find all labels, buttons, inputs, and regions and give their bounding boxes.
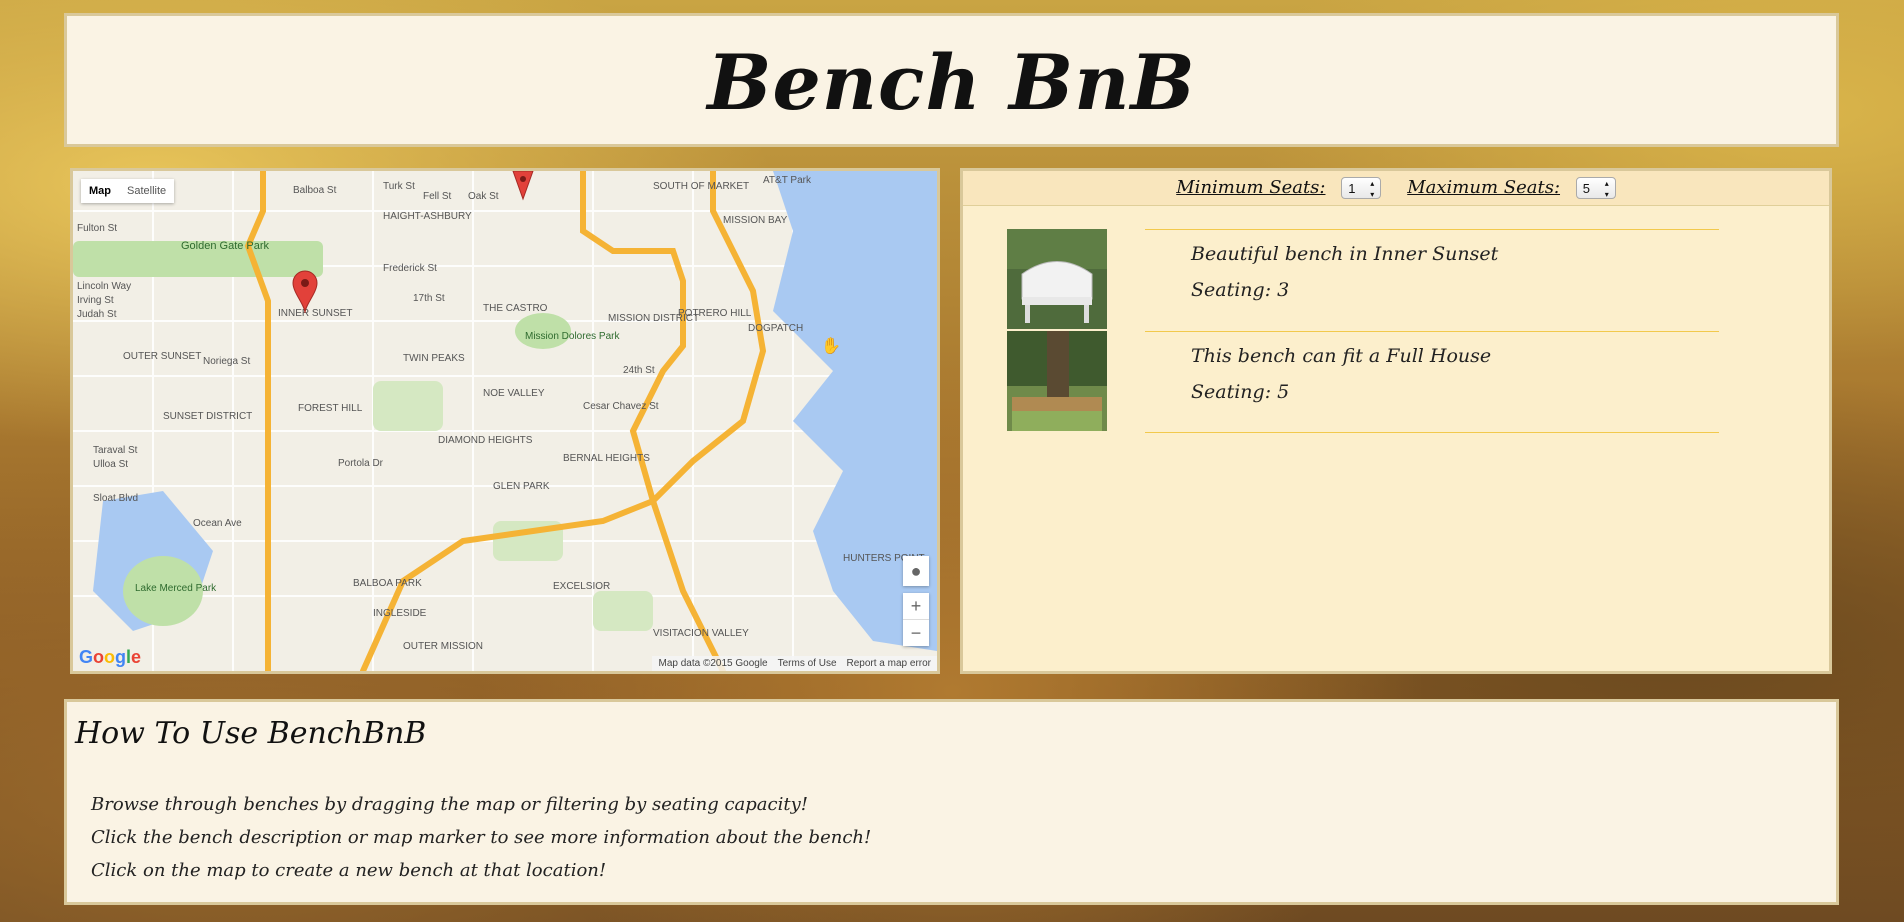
- map-label: Portola Dr: [338, 458, 384, 469]
- pegman-icon[interactable]: ●: [903, 556, 929, 586]
- max-seats-select[interactable]: 5: [1575, 177, 1616, 200]
- google-logo: Google: [79, 647, 142, 667]
- map-label: TWIN PEAKS: [403, 353, 465, 364]
- how-to-item: Browse through benches by dragging the m…: [91, 794, 809, 815]
- map-label: GLEN PARK: [493, 481, 550, 492]
- zoom-control: + −: [903, 593, 929, 646]
- map-container[interactable]: Balboa St Turk St Fulton St Golden Gate …: [70, 168, 940, 674]
- map-type-map-button[interactable]: Map: [81, 179, 119, 203]
- map-label: Ocean Ave: [193, 518, 242, 529]
- seat-filters: Minimum Seats: 1 Maximum Seats: 5: [963, 171, 1829, 206]
- min-seats-select[interactable]: 1: [1341, 177, 1382, 200]
- map-label: Cesar Chavez St: [583, 401, 659, 412]
- map-label: Taraval St: [93, 445, 138, 456]
- how-to-panel: How To Use BenchBnB Browse through bench…: [64, 699, 1839, 905]
- map-canvas[interactable]: Balboa St Turk St Fulton St Golden Gate …: [73, 171, 937, 671]
- divider: [1145, 331, 1719, 332]
- bench-title[interactable]: Beautiful bench in Inner Sunset: [1191, 243, 1498, 265]
- map-label: BALBOA PARK: [353, 578, 422, 589]
- how-to-item: Click the bench description or map marke…: [91, 827, 872, 848]
- map-label: VISITACION VALLEY: [653, 628, 749, 639]
- map-label: Turk St: [383, 181, 415, 192]
- bench-list-panel: Minimum Seats: 1 Maximum Seats: 5 Beauti…: [960, 168, 1832, 674]
- map-label: Noriega St: [203, 356, 250, 367]
- map-label: AT&T Park: [763, 175, 812, 186]
- hand-cursor-icon: ✋: [821, 336, 841, 355]
- map-label: INGLESIDE: [373, 608, 427, 619]
- map-label: SOUTH OF MARKET: [653, 181, 749, 192]
- map-label: Lake Merced Park: [135, 583, 217, 594]
- terms-link[interactable]: Terms of Use: [778, 658, 837, 669]
- zoom-out-button[interactable]: −: [903, 620, 929, 646]
- zoom-in-button[interactable]: +: [903, 593, 929, 620]
- min-seats-filter: Minimum Seats: 1: [1176, 177, 1382, 200]
- how-to-list: Browse through benches by dragging the m…: [91, 788, 871, 887]
- map-data-text: Map data ©2015 Google: [658, 658, 768, 669]
- bench-list-item[interactable]: Beautiful bench in Inner Sunset Seating:…: [1007, 229, 1719, 329]
- map-label: 17th St: [413, 293, 445, 304]
- map-attribution: Map data ©2015 Google Terms of Use Repor…: [652, 656, 937, 671]
- bench-title[interactable]: This bench can fit a Full House: [1191, 345, 1491, 367]
- divider: [1145, 432, 1719, 433]
- min-seats-label: Minimum Seats:: [1176, 177, 1326, 198]
- map-type-control: Map Satellite: [81, 179, 175, 203]
- map-label: DIAMOND HEIGHTS: [438, 435, 533, 446]
- how-to-item: Click on the map to create a new bench a…: [91, 860, 607, 881]
- map-label: NOE VALLEY: [483, 388, 545, 399]
- map-label: Golden Gate Park: [181, 240, 270, 252]
- map-type-satellite-button[interactable]: Satellite: [119, 179, 174, 203]
- map-label: Sloat Blvd: [93, 493, 138, 504]
- map-label: Mission Dolores Park: [525, 331, 620, 342]
- how-to-title: How To Use BenchBnB: [75, 716, 427, 751]
- map-label: OUTER MISSION: [403, 641, 483, 652]
- map-label: THE CASTRO: [483, 303, 548, 314]
- bench-list-item[interactable]: This bench can fit a Full House Seating:…: [1007, 331, 1719, 433]
- map-label: Balboa St: [293, 185, 337, 196]
- map-label: INNER SUNSET: [278, 308, 352, 319]
- site-title: Bench BnB: [707, 38, 1196, 127]
- map-label: Judah St: [77, 309, 117, 320]
- map-label: Fulton St: [77, 223, 117, 234]
- divider: [1145, 229, 1719, 230]
- bench-seating: Seating: 5: [1191, 381, 1290, 403]
- map-label: POTRERO HILL: [678, 308, 752, 319]
- map-label: Fell St: [423, 191, 452, 202]
- map-label: EXCELSIOR: [553, 581, 610, 592]
- map-label: HAIGHT-ASHBURY: [383, 211, 472, 222]
- map-label: BERNAL HEIGHTS: [563, 453, 650, 464]
- bench-seating: Seating: 3: [1191, 279, 1290, 301]
- bench-photo: [1007, 229, 1107, 329]
- map-label: FOREST HILL: [298, 403, 363, 414]
- map-label: SUNSET DISTRICT: [163, 411, 252, 422]
- map-label: Irving St: [77, 295, 114, 306]
- header-banner: Bench BnB: [64, 13, 1839, 147]
- map-label: Oak St: [468, 191, 499, 202]
- map-label: 24th St: [623, 365, 655, 376]
- max-seats-label: Maximum Seats:: [1407, 177, 1561, 198]
- max-seats-filter: Maximum Seats: 5: [1407, 177, 1616, 200]
- bench-photo: [1007, 331, 1107, 431]
- map-label: Ulloa St: [93, 459, 128, 470]
- report-error-link[interactable]: Report a map error: [847, 658, 931, 669]
- map-label: Lincoln Way: [77, 281, 131, 292]
- map-label: MISSION BAY: [723, 215, 788, 226]
- map-label: Frederick St: [383, 263, 437, 274]
- map-label: DOGPATCH: [748, 323, 803, 334]
- map-label: OUTER SUNSET: [123, 351, 201, 362]
